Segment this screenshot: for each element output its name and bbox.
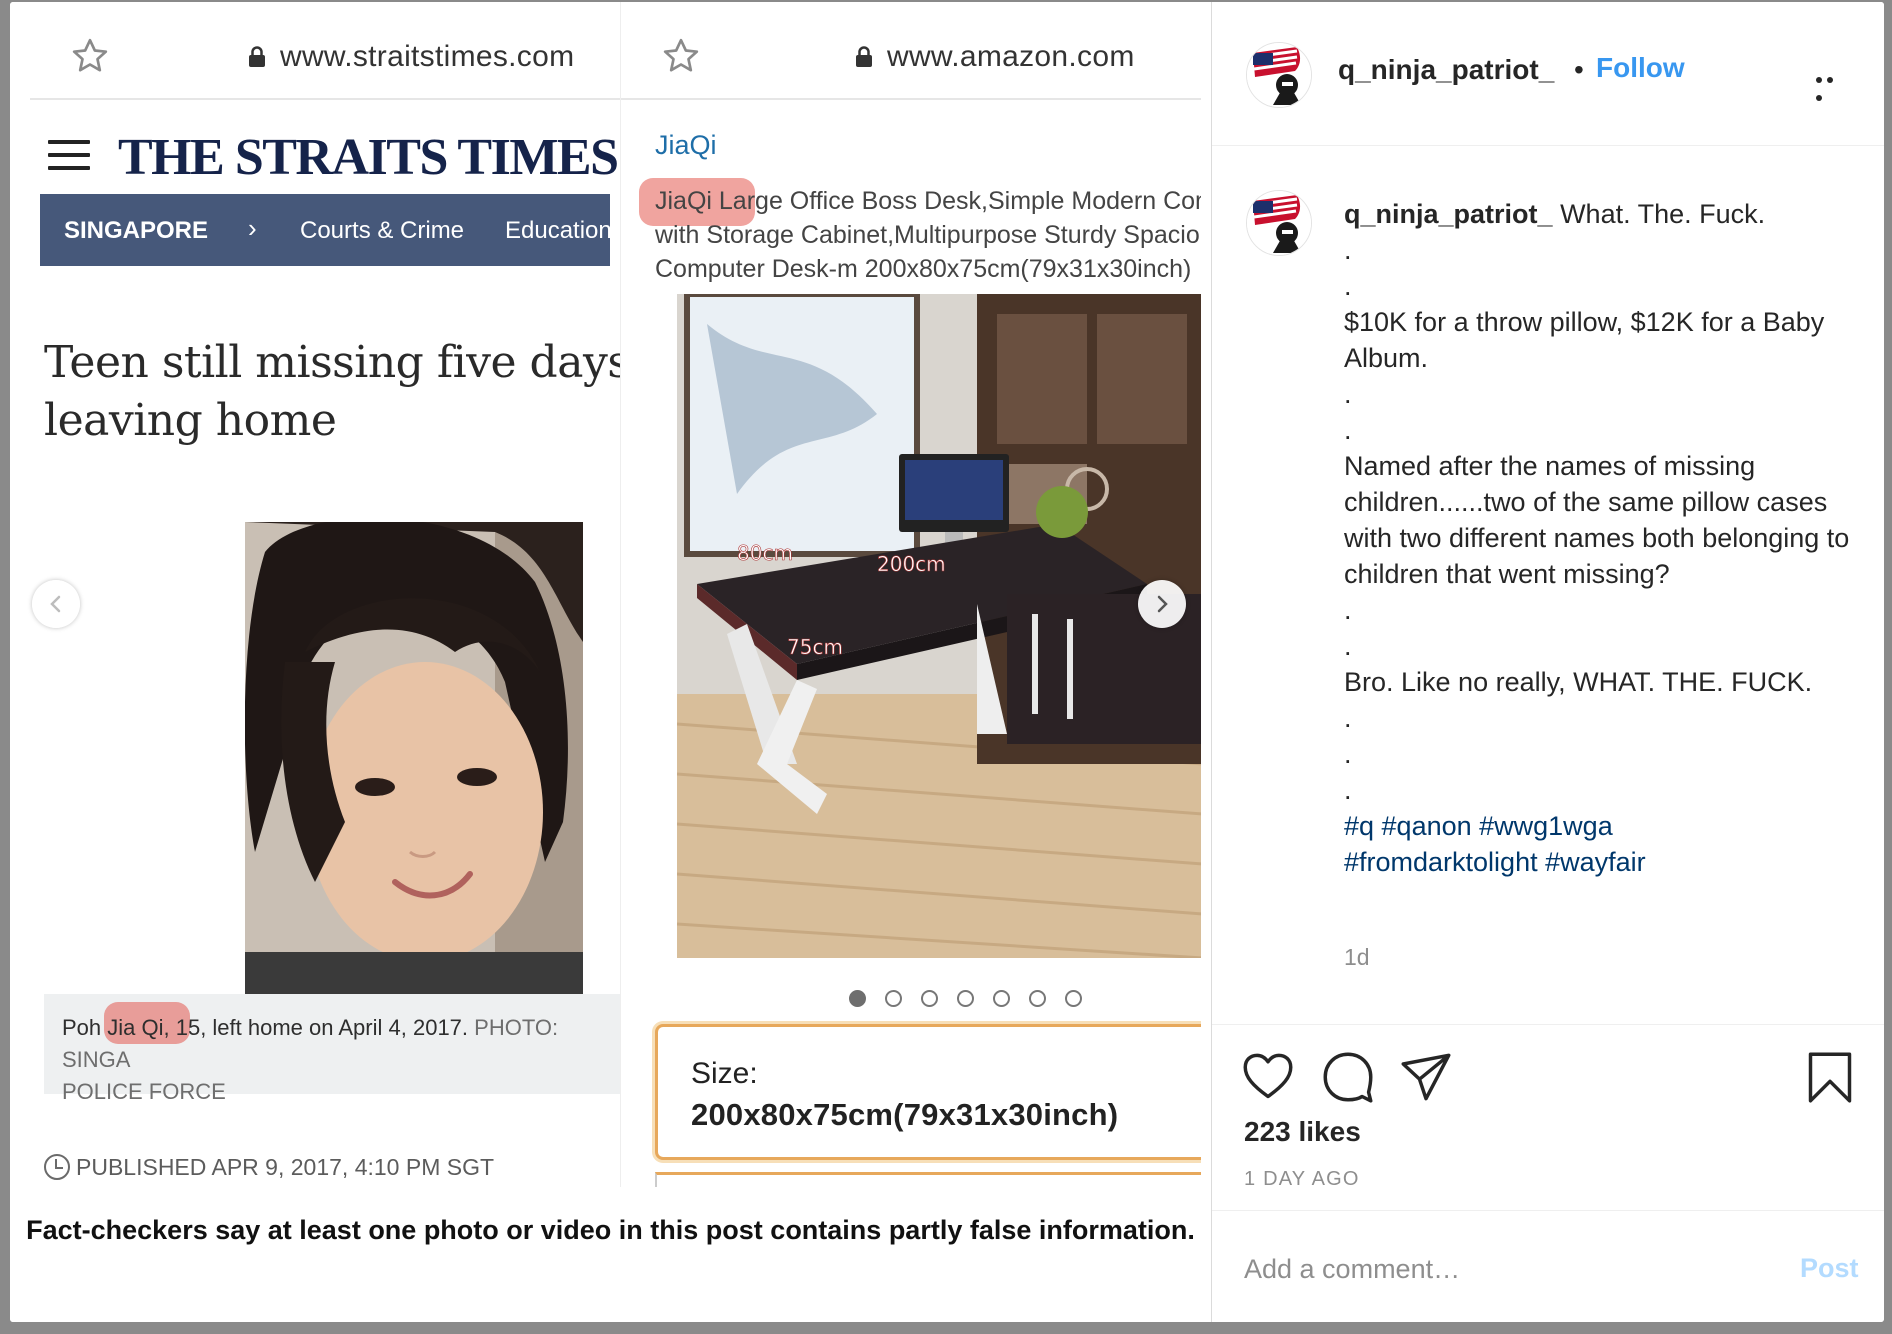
caption-line: . <box>1344 379 1352 409</box>
comment-input[interactable] <box>1244 1249 1744 1289</box>
caption-line: . <box>1344 631 1352 661</box>
size-label: Size: <box>691 1057 758 1090</box>
flag-ninja-avatar-icon <box>1247 43 1311 107</box>
clock-icon <box>44 1154 70 1180</box>
post-caption: q_ninja_patriot_ What. The. Fuck. .. $10K… <box>1344 196 1864 880</box>
brand-link: JiaQi <box>655 130 717 160</box>
bookmark-save-icon[interactable] <box>1804 1051 1856 1103</box>
size-option-cutoff <box>655 1172 1201 1187</box>
post-sidebar: q_ninja_patriot_ • Follow q_ninja_patrio… <box>1211 2 1884 1322</box>
dim-label-length: 200cm <box>877 552 946 576</box>
carousel-dot[interactable] <box>1029 990 1046 1007</box>
hashtags-line-1[interactable]: #q #qanon #wwg1wga <box>1344 808 1864 844</box>
follow-button[interactable]: Follow <box>1596 52 1685 84</box>
flag-ninja-avatar-icon <box>1247 191 1311 255</box>
nav-item-singapore: SINGAPORE <box>64 217 209 244</box>
chevron-right-icon: › <box>248 213 257 243</box>
carousel-dot[interactable] <box>1065 990 1082 1007</box>
heart-icon[interactable] <box>1242 1051 1294 1103</box>
avatar[interactable] <box>1246 42 1312 108</box>
product-title: JiaQi Large Office Boss Desk,Simple Mode… <box>655 184 1201 286</box>
carousel-prev-button[interactable] <box>32 580 80 628</box>
hashtags-line-2[interactable]: #fromdarktolight #wayfair <box>1344 844 1864 880</box>
carousel-dot[interactable] <box>921 990 938 1007</box>
caption-first-line: What. The. Fuck. <box>1560 199 1766 229</box>
instagram-post-card: www.straitstimes.com THE STRAITS TIMES S… <box>10 2 1884 1322</box>
dim-label-height: 75cm <box>787 635 843 659</box>
separator-dot: • <box>1574 54 1584 85</box>
photo-caption: Poh Jia Qi, 15, left home on April 4, 20… <box>44 994 622 1104</box>
comment-bar: Post <box>1212 1210 1884 1322</box>
more-options-icon[interactable] <box>1816 70 1848 101</box>
published-date: PUBLISHED APR 9, 2017, 4:10 PM SGT <box>44 1154 494 1181</box>
bookmark-star-icon <box>72 38 108 72</box>
product-title-line-3: Computer Desk-m 200x80x75cm(79x31x30inch… <box>655 255 1192 283</box>
carousel-dot[interactable] <box>849 990 866 1007</box>
lock-icon <box>249 46 265 67</box>
straitstimes-logo: THE STRAITS TIMES <box>118 129 619 186</box>
caption-line: . <box>1344 271 1352 301</box>
url-text: www.straitstimes.com <box>280 40 575 73</box>
url-text: www.amazon.com <box>887 40 1135 73</box>
screenshot-frame: www.straitstimes.com THE STRAITS TIMES S… <box>0 0 1892 1334</box>
caption-line: $10K for a throw pillow, $12K for a Baby… <box>1344 307 1825 373</box>
section-nav-bar: SINGAPORE › Courts & Crime Education <box>40 194 612 266</box>
hamburger-menu-icon <box>48 140 90 172</box>
carousel-next-button[interactable] <box>1138 580 1186 628</box>
carousel-dot[interactable] <box>957 990 974 1007</box>
caption-line: . <box>1344 595 1352 625</box>
post-header: q_ninja_patriot_ • Follow <box>1212 2 1884 146</box>
photo-caption-text: Poh Jia Qi, 15, left home on April 4, 20… <box>62 1012 622 1108</box>
bookmark-star-icon <box>663 38 699 72</box>
missing-teen-photo <box>245 522 583 994</box>
published-text: PUBLISHED APR 9, 2017, 4:10 PM SGT <box>76 1154 495 1180</box>
straitstimes-screenshot: www.straitstimes.com THE STRAITS TIMES S… <box>30 2 622 1187</box>
comment-bubble-icon[interactable] <box>1322 1051 1374 1103</box>
size-value: 200x80x75cm(79x31x30inch) <box>691 1097 1119 1132</box>
browser-url-bar: www.straitstimes.com <box>30 2 622 100</box>
amazon-screenshot: www.amazon.com JiaQi JiaQi Large Office … <box>620 2 1201 1187</box>
size-selector[interactable]: Size: 200x80x75cm(79x31x30inch) <box>655 1024 1201 1160</box>
caption-body: .. $10K for a throw pillow, $12K for a Ba… <box>1344 232 1864 808</box>
straitstimes-masthead: THE STRAITS TIMES <box>30 114 622 194</box>
headline-line-2: leaving home <box>44 395 337 446</box>
caption-line: . <box>1344 235 1352 265</box>
caption-line: Bro. Like no really, WHAT. THE. FUCK. <box>1344 667 1813 697</box>
likes-count[interactable]: 223 likes <box>1244 1116 1361 1148</box>
post-action-bar <box>1212 1024 1884 1108</box>
product-title-line-1: JiaQi Large Office Boss Desk,Simple Mode… <box>655 187 1201 215</box>
carousel-dot[interactable] <box>993 990 1010 1007</box>
post-comment-button[interactable]: Post <box>1800 1253 1859 1284</box>
post-timestamp: 1 DAY AGO <box>1244 1168 1360 1190</box>
nav-item-education: Education <box>505 217 612 244</box>
caption-timestamp: 1d <box>1344 944 1370 970</box>
carousel-dot[interactable] <box>885 990 902 1007</box>
post-media: www.straitstimes.com THE STRAITS TIMES S… <box>10 2 1211 1322</box>
avatar[interactable] <box>1246 190 1312 256</box>
nav-item-courts-crime: Courts & Crime <box>300 217 465 244</box>
headline-line-1: Teen still missing five days <box>44 337 622 388</box>
caption-line: . <box>1344 739 1352 769</box>
caption-line: . <box>1344 703 1352 733</box>
article-headline: Teen still missing five days leaving hom… <box>44 334 622 450</box>
caption-line: . <box>1344 415 1352 445</box>
image-carousel-dots[interactable] <box>849 990 1101 1010</box>
browser-url-bar: www.amazon.com <box>621 2 1201 100</box>
caption-line: . <box>1344 775 1352 805</box>
chevron-left-icon <box>50 595 61 613</box>
username-link[interactable]: q_ninja_patriot_ <box>1338 54 1554 86</box>
paper-plane-share-icon[interactable] <box>1400 1051 1452 1103</box>
dim-label-width: 80cm <box>737 541 793 565</box>
fact-check-warning: Fact-checkers say at least one photo or … <box>26 1215 1195 1245</box>
chevron-right-icon <box>1157 595 1168 613</box>
product-title-line-2: with Storage Cabinet,Multipurpose Sturdy… <box>655 221 1200 249</box>
desk-product-photo: 80cm 200cm 75cm <box>677 294 1201 958</box>
lock-icon <box>856 46 872 67</box>
caption-username[interactable]: q_ninja_patriot_ <box>1344 199 1553 229</box>
caption-credit-2: POLICE FORCE <box>62 1079 226 1104</box>
caption-line: Named after the names of missing childre… <box>1344 451 1850 589</box>
caption-main: Poh Jia Qi, 15, left home on April 4, 20… <box>62 1015 469 1040</box>
